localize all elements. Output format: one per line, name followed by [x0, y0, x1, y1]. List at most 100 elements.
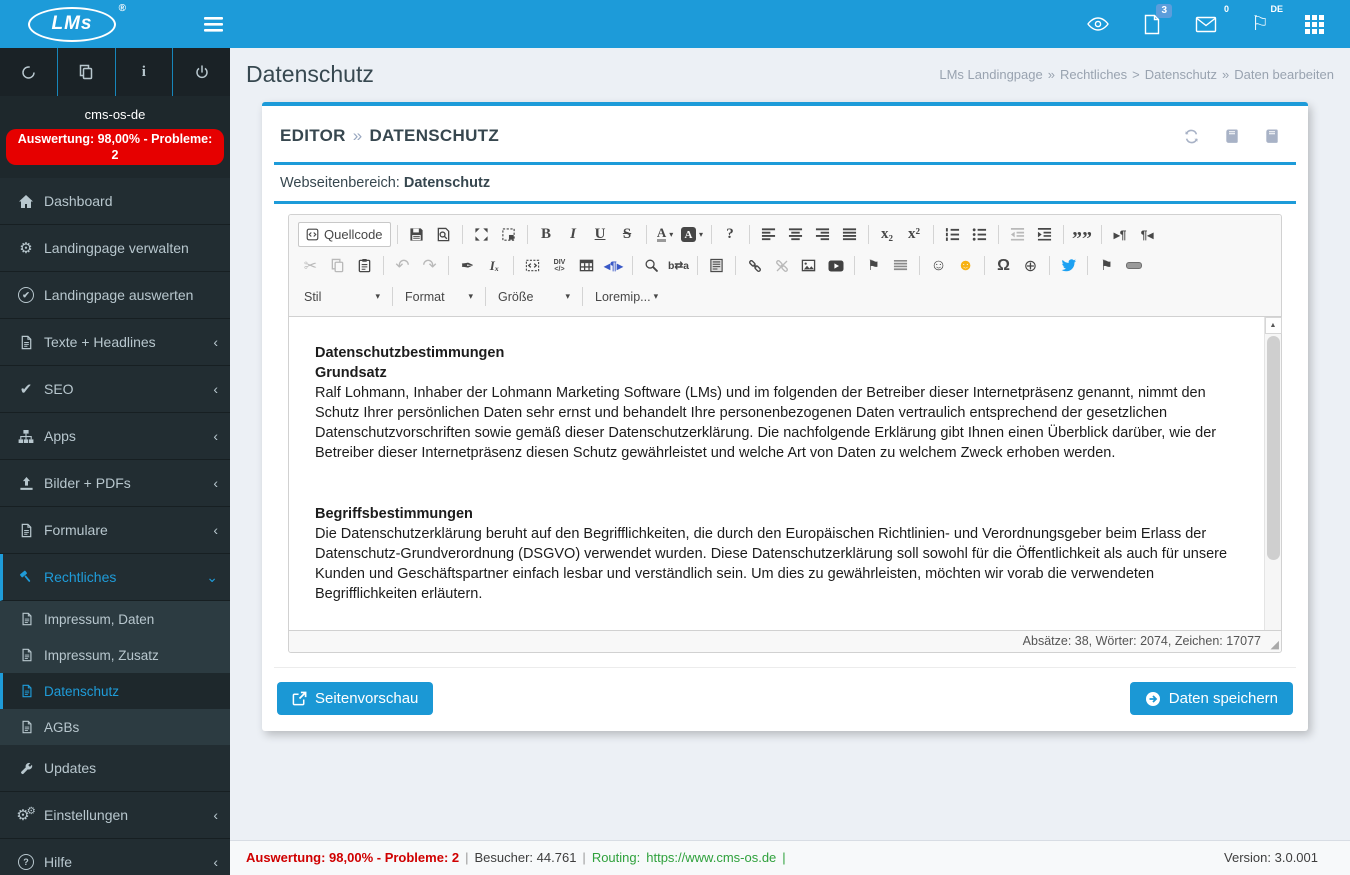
- bidi-ltr-button[interactable]: ▸¶: [1108, 222, 1133, 247]
- redo-button[interactable]: ↷: [417, 253, 442, 278]
- align-justify-button[interactable]: [837, 222, 862, 247]
- language-button[interactable]: ⚐ DE: [1248, 4, 1283, 36]
- select-all-button[interactable]: [704, 253, 729, 278]
- submenu-item-datenschutz[interactable]: Datenschutz: [0, 673, 230, 709]
- youtube-button[interactable]: [823, 253, 848, 278]
- sidebar-item-updates[interactable]: Updates: [0, 745, 230, 792]
- underline-button[interactable]: U: [588, 222, 613, 247]
- align-right-button[interactable]: [810, 222, 835, 247]
- evaluation-status-badge[interactable]: Auswertung: 98,00% - Probleme: 2: [6, 129, 224, 165]
- sidebar-item-landingpage-auswerten[interactable]: ✔ Landingpage auswerten: [0, 272, 230, 319]
- bidi-rtl-icon: ¶◂: [1140, 227, 1154, 242]
- source-button[interactable]: Quellcode: [298, 222, 391, 247]
- sidebar-item-einstellungen[interactable]: ⚙ ⚙ Einstellungen ‹: [0, 792, 230, 839]
- text-color-button[interactable]: A ▾: [653, 222, 678, 247]
- submenu-item-impressum-zusatz[interactable]: Impressum, Zusatz: [0, 637, 230, 673]
- sidebar-item-dashboard[interactable]: Dashboard: [0, 178, 230, 225]
- breadcrumb-item[interactable]: Rechtliches: [1060, 67, 1127, 82]
- preview-button[interactable]: [431, 222, 456, 247]
- smiley-button[interactable]: ☺: [926, 253, 951, 278]
- numbered-list-button[interactable]: [940, 222, 965, 247]
- flag-button[interactable]: ⚑: [861, 253, 886, 278]
- show-blocks-button[interactable]: [496, 222, 521, 247]
- submenu-item-impressum-daten[interactable]: Impressum, Daten: [0, 601, 230, 637]
- format-dropdown[interactable]: Format ▾: [398, 284, 480, 309]
- submenu-item-agbs[interactable]: AGBs: [0, 709, 230, 745]
- cut-button[interactable]: ✂: [298, 253, 323, 278]
- replace-button[interactable]: b⇄a: [666, 253, 691, 278]
- editor-scrollbar[interactable]: ▲: [1264, 317, 1282, 630]
- apps-grid-button[interactable]: [1302, 12, 1326, 36]
- seitenvorschau-button[interactable]: Seitenvorschau: [277, 682, 434, 715]
- sidebar-item-formulare[interactable]: Formulare ‹: [0, 507, 230, 554]
- sidebar-item-seo[interactable]: ✔ SEO ‹: [0, 366, 230, 413]
- scroll-up-button[interactable]: ▲: [1264, 317, 1282, 334]
- align-left-button[interactable]: [756, 222, 781, 247]
- sidebar-toggle-button[interactable]: [196, 7, 230, 41]
- magicline-button[interactable]: ◂¶▸: [601, 253, 626, 278]
- panel-book-button-2[interactable]: [1264, 128, 1280, 145]
- paste-button[interactable]: [352, 253, 377, 278]
- blockquote-button[interactable]: ””: [1070, 222, 1095, 249]
- bulleted-list-button[interactable]: [967, 222, 992, 247]
- sidebar-item-rechtliches[interactable]: Rechtliches ⌄: [0, 554, 230, 601]
- bg-color-button[interactable]: A ▾: [680, 222, 705, 247]
- table-button[interactable]: [574, 253, 599, 278]
- save-button[interactable]: [404, 222, 429, 247]
- remove-format-button[interactable]: Iₓ: [482, 253, 507, 278]
- about-button[interactable]: ?: [718, 222, 743, 247]
- sidebar-item-hilfe[interactable]: ? Hilfe ‹: [0, 839, 230, 875]
- panel-book-button-1[interactable]: [1224, 128, 1240, 145]
- italic-button[interactable]: I: [561, 222, 586, 247]
- footer-routing-link[interactable]: https://www.cms-os.de: [646, 850, 776, 865]
- link-button[interactable]: [742, 253, 767, 278]
- horizontal-rule-button[interactable]: [1121, 253, 1146, 278]
- unlink-button[interactable]: [769, 253, 794, 278]
- find-button[interactable]: [639, 253, 664, 278]
- undo-button[interactable]: ↶: [390, 253, 415, 278]
- align-center-button[interactable]: [783, 222, 808, 247]
- indent-button[interactable]: [1032, 222, 1057, 247]
- size-dropdown[interactable]: Größe ▾: [491, 284, 577, 309]
- sidebar-item-apps[interactable]: Apps ‹: [0, 413, 230, 460]
- editor-content[interactable]: Datenschutzbestimmungen Grundsatz Ralf L…: [289, 317, 1264, 630]
- bidi-rtl-button[interactable]: ¶◂: [1135, 222, 1160, 247]
- info-button[interactable]: i: [114, 48, 173, 96]
- sidebar-item-bilder-pdfs[interactable]: Bilder + PDFs ‹: [0, 460, 230, 507]
- panel-refresh-button[interactable]: [1183, 128, 1200, 145]
- div-container-button[interactable]: DIV </>: [547, 253, 572, 278]
- breadcrumb-item[interactable]: Datenschutz: [1145, 67, 1217, 82]
- pages-button[interactable]: 3: [1140, 4, 1172, 36]
- templates-button[interactable]: [520, 253, 545, 278]
- superscript-button[interactable]: x²: [902, 222, 927, 247]
- lms-logo[interactable]: LMs ®: [28, 3, 126, 42]
- refresh-button[interactable]: [0, 48, 57, 96]
- special-char-button[interactable]: Ω: [991, 253, 1016, 278]
- copy-formatting-button[interactable]: ✒: [455, 253, 480, 278]
- sidebar-item-texte-headlines[interactable]: Texte + Headlines ‹: [0, 319, 230, 366]
- bold-button[interactable]: B: [534, 222, 559, 247]
- emoji-button[interactable]: ☻: [953, 253, 978, 278]
- subscript-button[interactable]: x₂: [875, 222, 900, 247]
- lorem-dropdown[interactable]: Loremip... ▾: [588, 284, 664, 309]
- copy-button[interactable]: [325, 253, 350, 278]
- resize-grip[interactable]: ◢: [1271, 638, 1279, 651]
- daten-speichern-button[interactable]: Daten speichern: [1129, 682, 1293, 715]
- globe-button[interactable]: ⊕: [1018, 253, 1043, 278]
- outdent-button[interactable]: [1005, 222, 1030, 247]
- scrollbar-thumb[interactable]: [1266, 336, 1280, 560]
- style-dropdown[interactable]: Stil ▾: [297, 284, 387, 309]
- twitter-button[interactable]: [1056, 253, 1081, 278]
- breadcrumb-item[interactable]: LMs Landingpage: [939, 67, 1042, 82]
- preview-eye-button[interactable]: [1086, 12, 1110, 36]
- maximize-button[interactable]: [469, 222, 494, 247]
- messages-button[interactable]: 0: [1194, 4, 1229, 36]
- line-spacing-button[interactable]: [888, 253, 913, 278]
- logout-button[interactable]: [172, 48, 230, 96]
- redo-icon: ↷: [422, 255, 437, 275]
- sidebar-item-landingpage-verwalten[interactable]: ⚙ Landingpage verwalten: [0, 225, 230, 272]
- strikethrough-button[interactable]: S: [615, 222, 640, 247]
- copy-pages-button[interactable]: [56, 48, 115, 96]
- anchor-flag-button[interactable]: ⚑: [1094, 253, 1119, 278]
- image-button[interactable]: [796, 253, 821, 278]
